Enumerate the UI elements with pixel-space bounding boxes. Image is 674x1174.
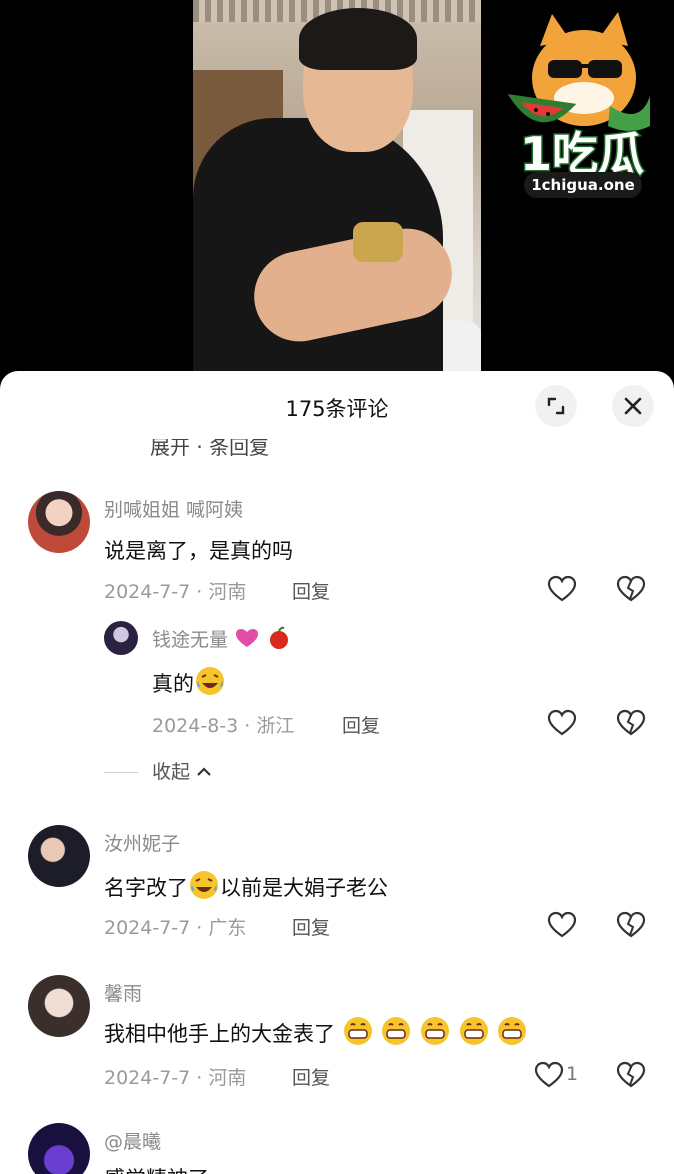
gold-watch [353,222,403,262]
comment-text: 名字改了 以前是大娟子老公 [104,869,388,902]
expand-button[interactable] [535,385,577,427]
logo-url: 1chigua.one [524,172,642,198]
avatar[interactable] [28,975,90,1037]
comment-username[interactable]: 别喊姐姐 喊阿姨 [104,495,243,522]
sparkling-heart-icon [236,629,259,647]
reply-button[interactable]: 回复 [292,1063,330,1090]
divider [104,772,138,773]
comment-meta: 2024-7-7 · 河南 [104,1067,247,1089]
heart-icon[interactable] [547,911,577,939]
grinning-icon [459,1017,488,1045]
comments-sheet: 175条评论 展开 · 条回复 别喊姐姐 喊阿姨 说是离了，是真的吗 2024-… [0,371,674,1174]
comment-text-part: 以前是大娟子老公 [220,876,388,900]
heart-icon[interactable] [534,1061,564,1089]
heart-icon[interactable] [547,709,577,737]
video-player[interactable]: 1吃瓜 1chigua.one [0,0,674,372]
comment-text-part: 名字改了 [104,876,188,900]
comment-text: 真的 [152,665,226,698]
broken-heart-icon[interactable] [616,709,646,737]
comment-text-part: 我相中他手上的大金表了 [104,1022,335,1046]
comment-username[interactable]: 钱途无量 [152,625,292,652]
reply-username-text: 钱途无量 [152,629,229,651]
laughing-tears-icon [196,667,224,695]
close-button[interactable] [612,385,654,427]
avatar[interactable] [28,825,90,887]
laughing-tears-icon [190,871,218,899]
comment-text: 我相中他手上的大金表了 [104,1015,528,1048]
broken-heart-icon[interactable] [616,575,646,603]
video-frame [193,0,481,372]
broken-heart-icon[interactable] [616,911,646,939]
expand-icon [547,397,565,415]
grinning-icon [498,1017,527,1045]
previous-comment-fragment: 展开 · 条回复 [150,435,270,459]
watermark-logo: 1吃瓜 1chigua.one [500,6,664,204]
avatar[interactable] [28,1123,90,1174]
comment-text: 感觉精神了 [104,1163,209,1174]
comment-username[interactable]: 馨雨 [104,979,142,1006]
collapse-replies-button[interactable]: 收起 [0,757,674,787]
comment-username[interactable]: 汝州妮子 [104,829,180,856]
comment-meta: 2024-7-7 · 河南 [104,581,247,603]
close-icon [624,397,642,415]
grinning-icon [343,1017,372,1045]
comment-meta: 2024-8-3 · 浙江 [152,715,295,737]
reply-text: 真的 [152,672,194,696]
avatar[interactable] [104,621,138,655]
apple-icon [270,626,289,649]
reply-button[interactable]: 回复 [292,577,330,604]
comment-meta: 2024-7-7 · 广东 [104,917,247,939]
person-hair [299,8,417,70]
avatar[interactable] [28,491,90,553]
reply-button[interactable]: 回复 [342,711,380,738]
grinning-icon [382,1017,411,1045]
broken-heart-icon[interactable] [616,1061,646,1089]
collapse-text: 收起 [152,761,191,783]
like-count: 1 [566,1063,579,1085]
heart-icon[interactable] [547,575,577,603]
chevron-up-icon [197,767,211,776]
comment-text: 说是离了，是真的吗 [104,539,293,563]
grinning-icon [421,1017,450,1045]
reply-button[interactable]: 回复 [292,913,330,940]
collapse-label: 收起 [152,757,212,784]
comment-username[interactable]: @晨曦 [104,1127,161,1154]
